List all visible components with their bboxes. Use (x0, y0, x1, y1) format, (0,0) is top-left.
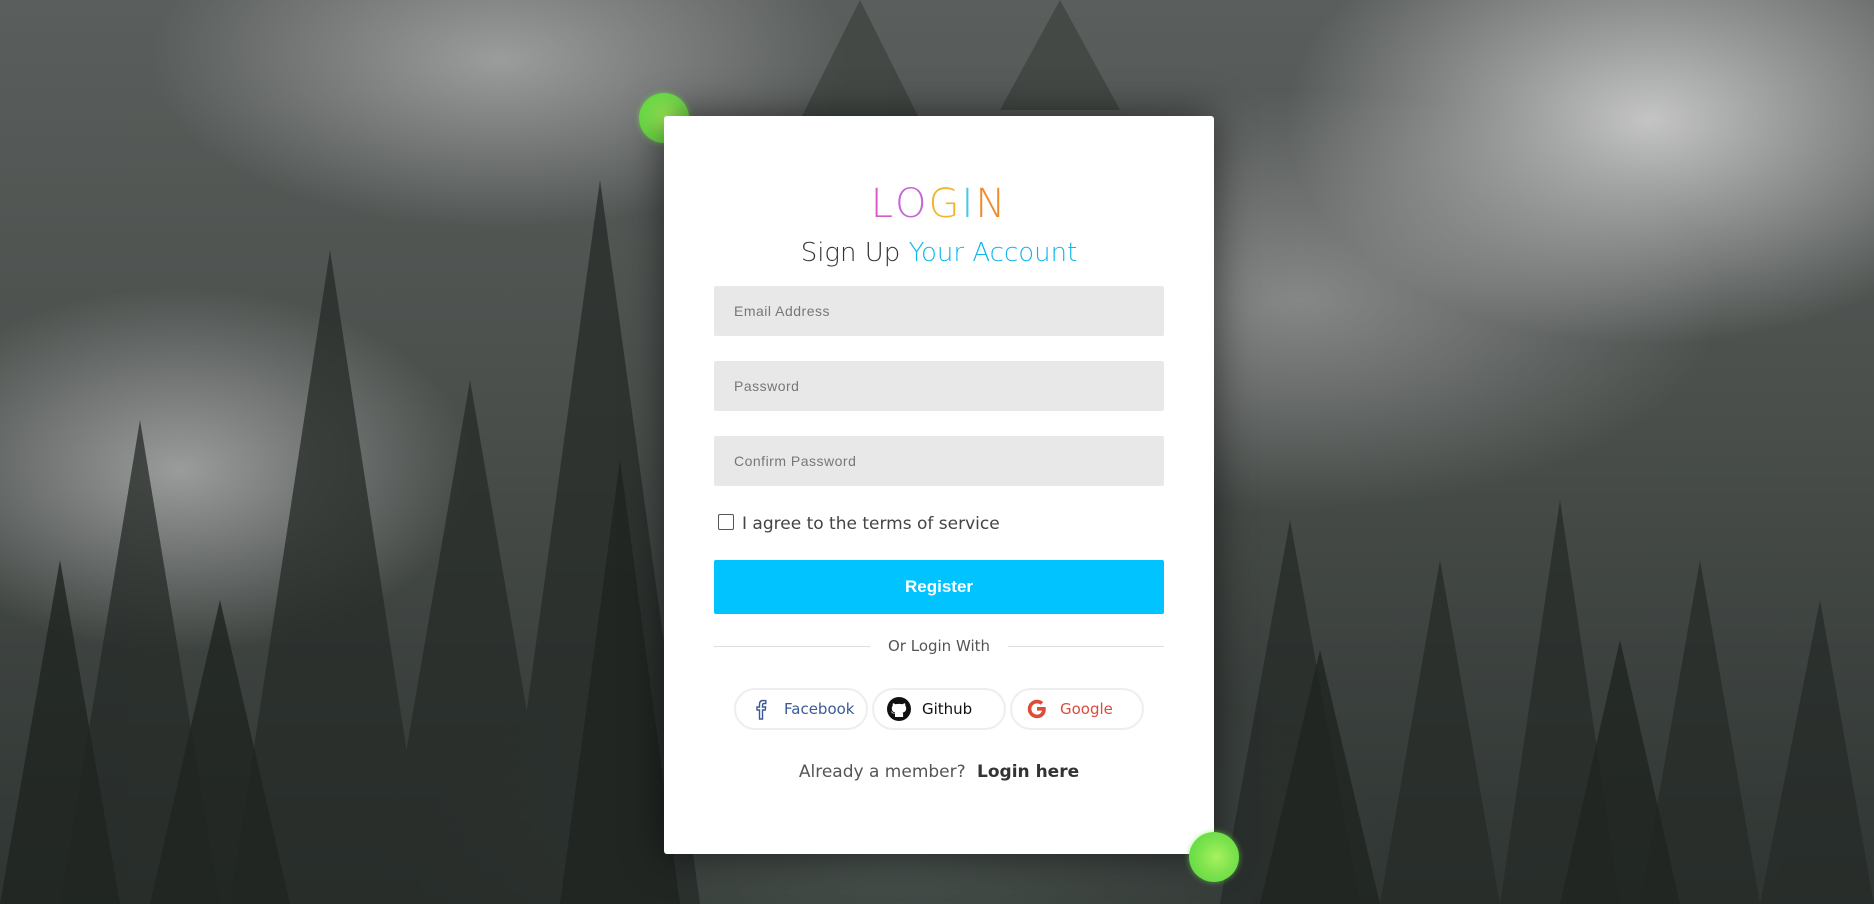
logo-letter: L (870, 181, 896, 227)
divider-line-right (1008, 645, 1165, 647)
title-part-2: Your Account (908, 238, 1078, 268)
google-label: Google (1060, 700, 1113, 718)
divider-text: Or Login With (887, 637, 991, 655)
facebook-label: Facebook (784, 700, 855, 718)
github-icon (886, 696, 912, 722)
signup-card: LOGIN Sign Up Your Account I agree to th… (664, 116, 1214, 854)
google-icon (1024, 696, 1050, 722)
terms-row: I agree to the terms of service (718, 514, 1000, 534)
page-title: Sign Up Your Account (664, 238, 1214, 268)
already-member-row: Already a member? Login here (664, 762, 1214, 782)
divider-line-left (714, 645, 870, 647)
decorative-dot-bottom-right (1189, 832, 1239, 882)
login-here-link[interactable]: Login here (977, 762, 1079, 782)
social-login-buttons: Facebook Github Google (664, 688, 1214, 730)
logo-letter: I (961, 181, 976, 227)
github-label: Github (922, 700, 973, 718)
register-button[interactable]: Register (714, 560, 1164, 614)
terms-checkbox[interactable] (718, 514, 734, 530)
google-login-button[interactable]: Google (1010, 688, 1144, 730)
terms-label: I agree to the terms of service (742, 514, 1000, 534)
facebook-login-button[interactable]: Facebook (734, 688, 868, 730)
logo-letter: O (895, 181, 929, 227)
confirm-password-field[interactable] (714, 436, 1164, 486)
email-field[interactable] (714, 286, 1164, 336)
login-logo: LOGIN (664, 180, 1214, 228)
already-member-text: Already a member? (798, 762, 966, 782)
title-part-1: Sign Up (800, 238, 901, 268)
facebook-icon (748, 696, 774, 722)
or-divider: Or Login With (714, 636, 1165, 656)
logo-letter: N (975, 181, 1008, 227)
logo-letter: G (928, 181, 962, 227)
password-field[interactable] (714, 361, 1164, 411)
github-login-button[interactable]: Github (872, 688, 1006, 730)
